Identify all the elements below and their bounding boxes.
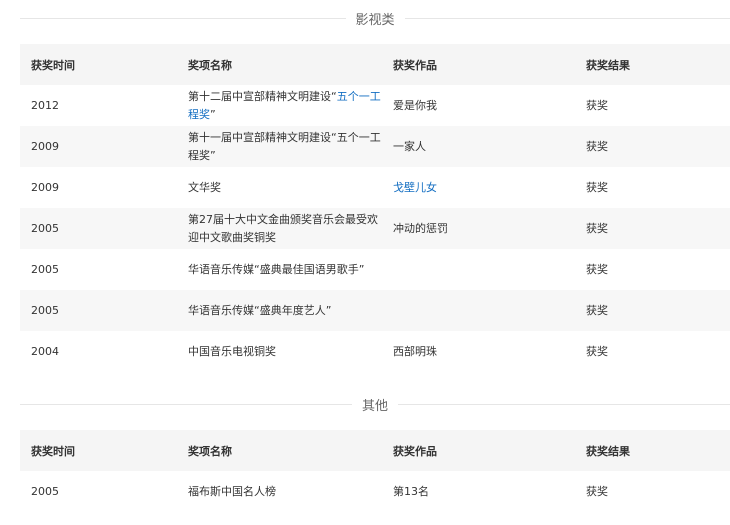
award-year-cell: 2005: [20, 290, 177, 331]
column-header-award: 奖项名称: [177, 44, 382, 85]
table-row: 2005 第27届十大中文金曲颁奖音乐会最受欢迎中文歌曲奖铜奖 冲动的惩罚 获奖: [20, 208, 730, 249]
award-result-cell: 获奖: [586, 180, 608, 194]
table-row: 2012 第十二届中宣部精神文明建设“五个一工程奖” 爱是你我 获奖: [20, 85, 730, 126]
award-work-text: 冲动的惩罚: [393, 221, 448, 235]
award-name-cell: 第十二届中宣部精神文明建设“五个一工程奖”: [177, 85, 382, 126]
section-divider-left: [20, 403, 352, 405]
award-year-cell: 2009: [20, 126, 177, 167]
award-work-cell: 冲动的惩罚: [382, 208, 575, 249]
award-year-cell: 2005: [20, 208, 177, 249]
column-header-result: 获奖结果: [575, 430, 730, 471]
table-row: 2009 文华奖 戈壁儿女 获奖: [20, 167, 730, 208]
awards-table-other: 获奖时间 奖项名称 获奖作品 获奖结果 2005 福布斯中国名人榜 第13名 获奖: [20, 430, 730, 512]
column-header-work: 获奖作品: [382, 430, 575, 471]
award-name-text: 第十一届中宣部精神文明建设“五个一工程奖”: [188, 130, 381, 162]
award-work-text: 一家人: [393, 139, 426, 153]
award-result-cell: 获奖: [586, 344, 608, 358]
awards-table-film: 获奖时间 奖项名称 获奖作品 获奖结果 2012 第十二届中宣部精神文明建设“五个一工程…: [20, 44, 730, 372]
award-result-cell: 获奖: [586, 98, 608, 112]
award-year-cell: 2005: [31, 262, 59, 276]
award-name-text: 福布斯中国名人榜: [188, 484, 276, 498]
award-name-cell: 第27届十大中文金曲颁奖音乐会最受欢迎中文歌曲奖铜奖: [177, 208, 382, 249]
award-work-cell: [382, 249, 575, 290]
award-name-text: 华语音乐传媒“盛典年度艺人”: [188, 303, 332, 317]
award-name-cell: 福布斯中国名人榜: [177, 471, 382, 512]
table-header-row: 获奖时间 奖项名称 获奖作品 获奖结果: [20, 430, 730, 471]
section-divider-left: [20, 17, 346, 19]
column-header-result: 获奖结果: [575, 44, 730, 85]
column-header-award: 奖项名称: [177, 430, 382, 471]
section-title: 其他: [362, 398, 389, 414]
award-result-cell: 获奖: [586, 262, 608, 276]
award-year-cell: 2009: [31, 180, 59, 194]
award-name-cell: 华语音乐传媒“盛典最佳国语男歌手”: [177, 249, 382, 290]
award-name-cell: 华语音乐传媒“盛典年度艺人”: [177, 290, 382, 331]
award-year-cell: 2004: [31, 344, 59, 358]
award-name-text: 第十二届中宣部精神文明建设“: [188, 89, 337, 103]
award-work-cell: 爱是你我: [382, 85, 575, 126]
award-work-cell: [382, 290, 575, 331]
award-name-cell: 文华奖: [177, 167, 382, 208]
table-row: 2009 第十一届中宣部精神文明建设“五个一工程奖” 一家人 获奖: [20, 126, 730, 167]
section-divider-right: [398, 403, 730, 405]
section-title: 影视类: [355, 12, 395, 28]
award-work-cell: 戈壁儿女: [382, 167, 575, 208]
award-work-text: 爱是你我: [393, 98, 437, 112]
award-name-suffix: ”: [210, 107, 216, 121]
award-name-text: 中国音乐电视铜奖: [188, 344, 276, 358]
award-year-cell: 2012: [31, 98, 59, 112]
column-header-year: 获奖时间: [20, 44, 177, 85]
award-work-cell: 一家人: [382, 126, 575, 167]
table-header-row: 获奖时间 奖项名称 获奖作品 获奖结果: [20, 44, 730, 85]
award-name-text: 华语音乐传媒“盛典最佳国语男歌手”: [188, 262, 365, 276]
column-header-work: 获奖作品: [382, 44, 575, 85]
award-work-cell: 西部明珠: [382, 331, 575, 372]
award-result-cell: 获奖: [575, 126, 730, 167]
award-result-cell: 获奖: [586, 484, 608, 498]
section-header-other: 其他: [20, 394, 730, 414]
award-work-text: 西部明珠: [393, 344, 437, 358]
award-result-cell: 获奖: [575, 290, 730, 331]
column-header-year: 获奖时间: [20, 430, 177, 471]
award-year-cell: 2005: [31, 484, 59, 498]
award-result-cell: 获奖: [575, 208, 730, 249]
table-row: 2004 中国音乐电视铜奖 西部明珠 获奖: [20, 331, 730, 372]
table-row: 2005 华语音乐传媒“盛典年度艺人” 获奖: [20, 290, 730, 331]
table-row: 2005 华语音乐传媒“盛典最佳国语男歌手” 获奖: [20, 249, 730, 290]
section-divider-right: [404, 17, 730, 19]
award-name-cell: 第十一届中宣部精神文明建设“五个一工程奖”: [177, 126, 382, 167]
award-name-text: 文华奖: [188, 180, 221, 194]
table-row: 2005 福布斯中国名人榜 第13名 获奖: [20, 471, 730, 512]
award-name-cell: 中国音乐电视铜奖: [177, 331, 382, 372]
section-header-film: 影视类: [20, 8, 730, 28]
award-work-cell: 第13名: [382, 471, 575, 512]
award-name-text: 第27届十大中文金曲颁奖音乐会最受欢迎中文歌曲奖铜奖: [188, 212, 378, 244]
award-work-text: 第13名: [393, 484, 429, 498]
award-work-link[interactable]: 戈壁儿女: [393, 181, 437, 194]
